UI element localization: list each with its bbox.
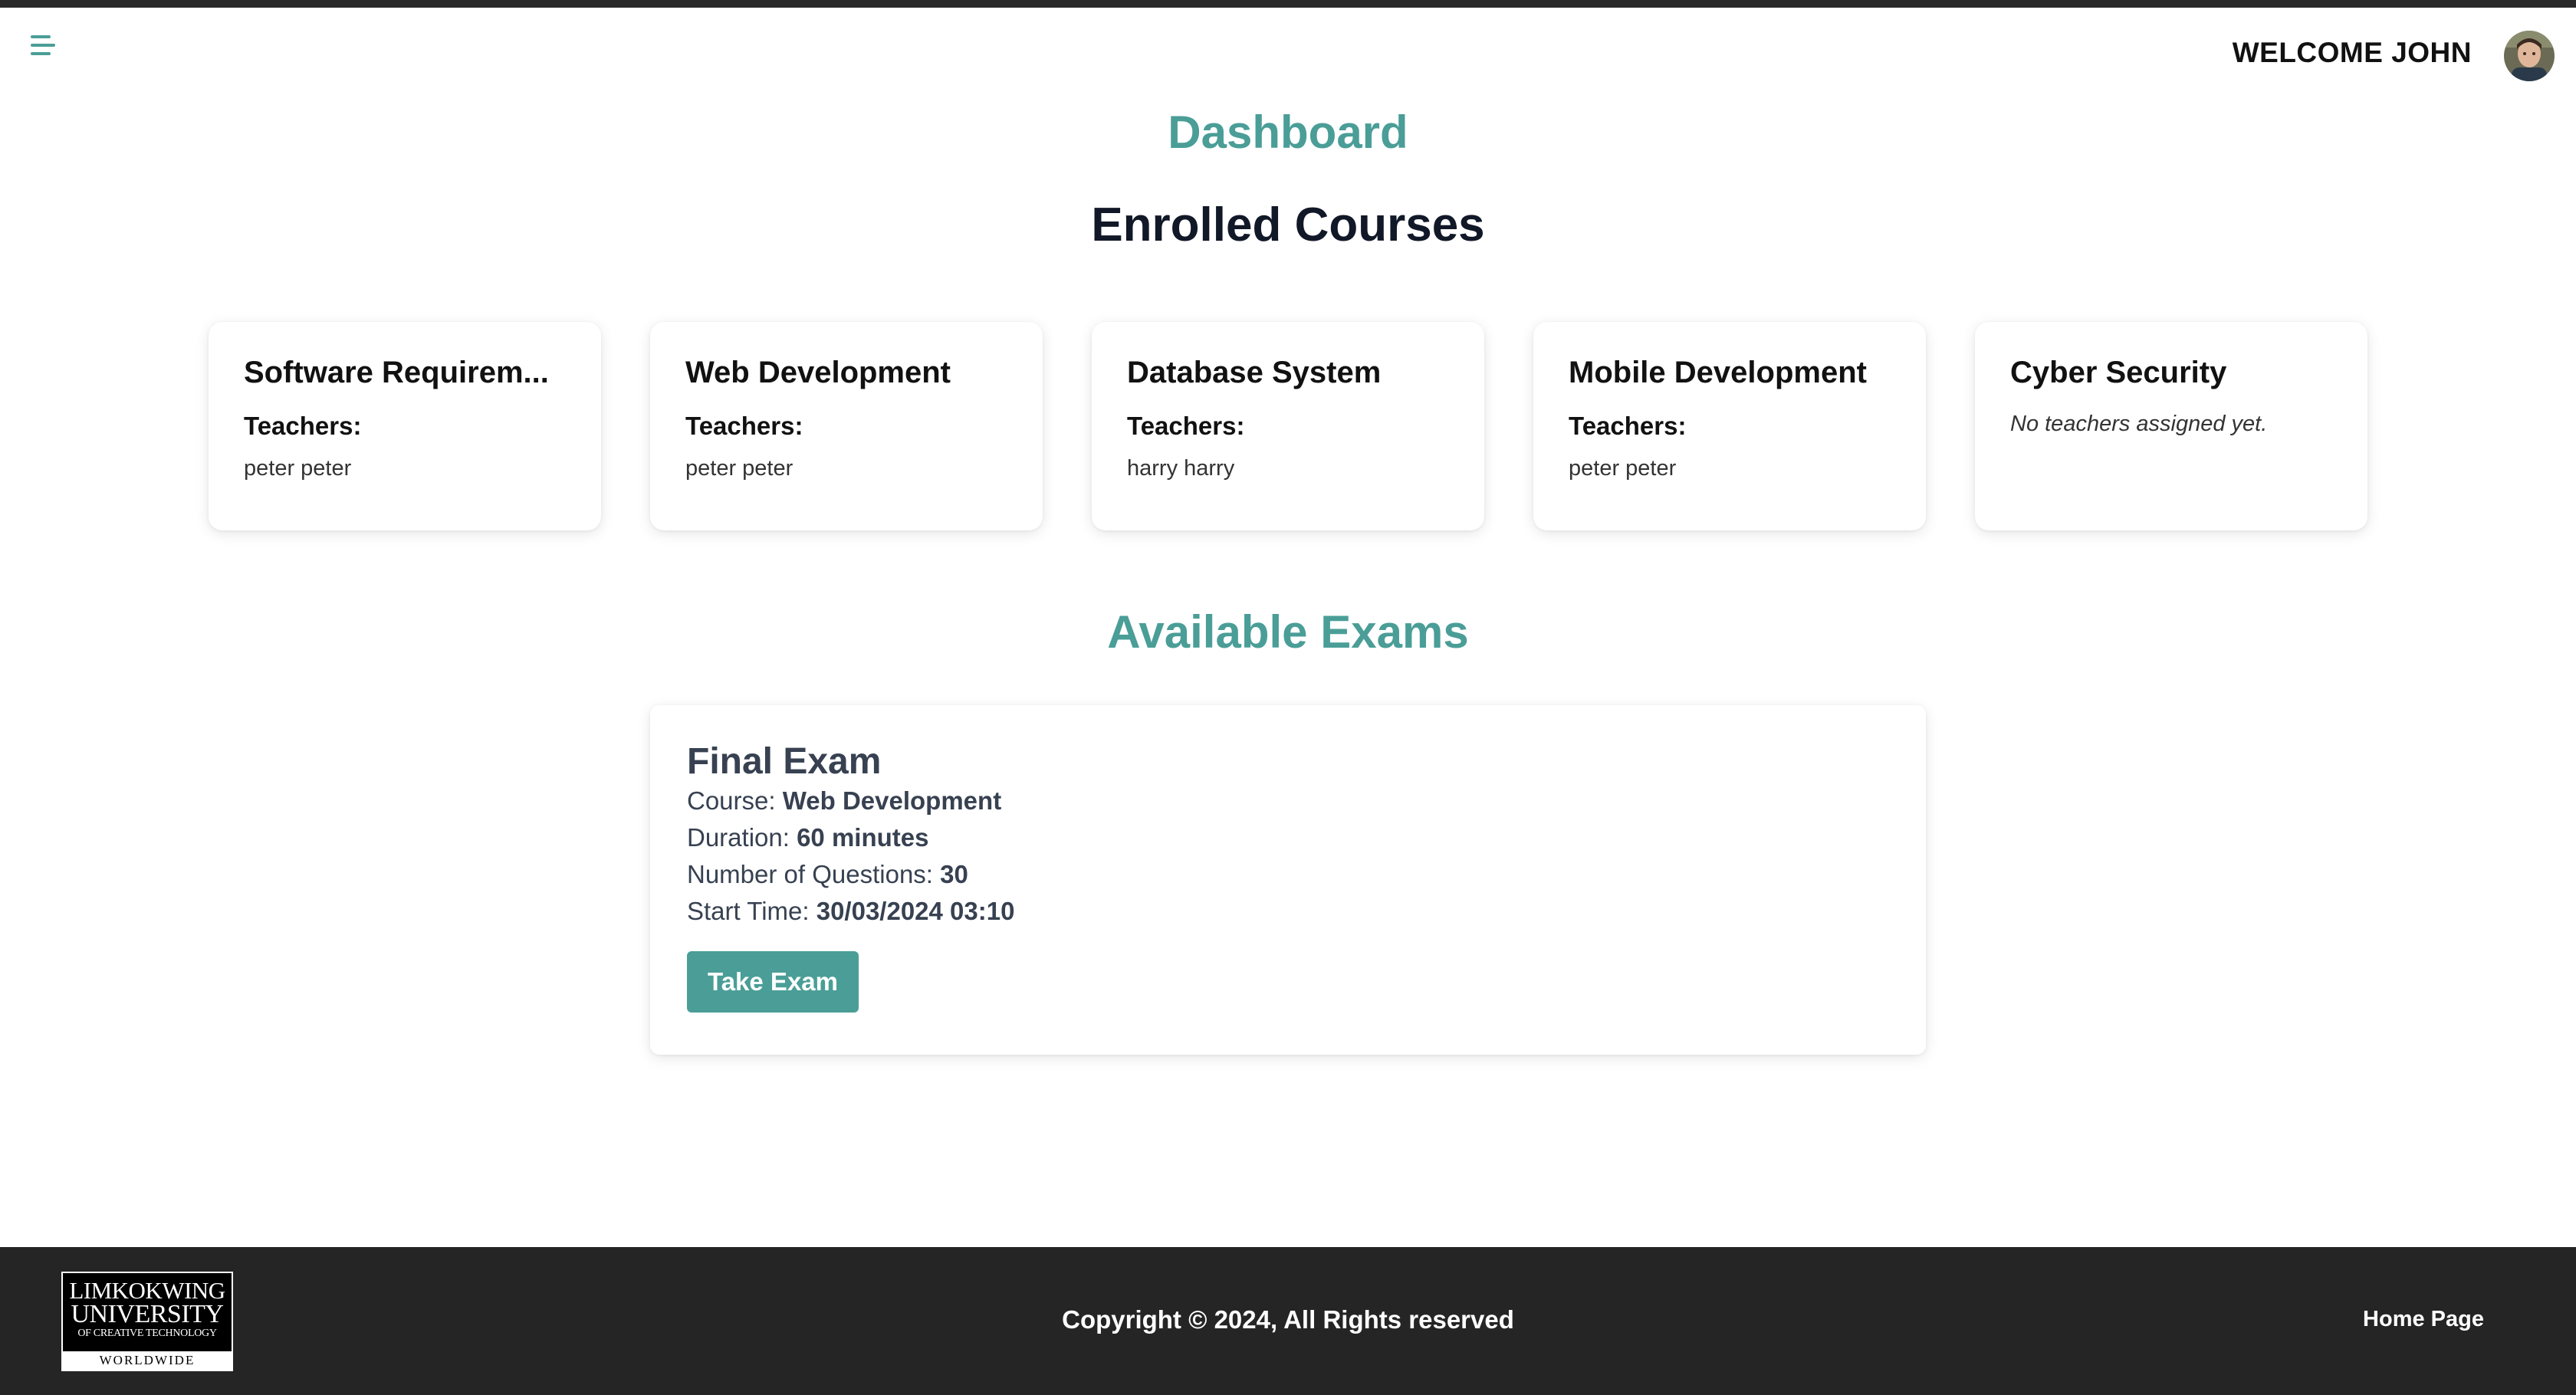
course-card[interactable]: Software Requirem... Teachers: peter pet… — [209, 322, 601, 530]
course-title: Software Requirem... — [244, 356, 549, 389]
copyright-text: Copyright © 2024, All Rights reserved — [1062, 1305, 1514, 1334]
exam-course-value: Web Development — [782, 786, 1002, 815]
course-card[interactable]: Cyber Security No teachers assigned yet. — [1975, 322, 2367, 530]
logo-line-1: LIMKOKWING — [69, 1277, 225, 1304]
footer: LIMKOKWING UNIVERSITY OF CREATIVE TECHNO… — [0, 1247, 2576, 1395]
course-card[interactable]: Mobile Development Teachers: peter peter — [1533, 322, 1926, 530]
exam-questions-label: Number of Questions: — [687, 860, 933, 888]
teacher-name: peter peter — [244, 456, 352, 481]
course-card[interactable]: Database System Teachers: harry harry — [1092, 322, 1484, 530]
exam-start-label: Start Time: — [687, 897, 810, 925]
course-title: Cyber Security — [2010, 356, 2227, 389]
teacher-name: harry harry — [1127, 456, 1235, 481]
exam-duration-value: 60 minutes — [797, 823, 929, 852]
course-title: Web Development — [685, 356, 951, 389]
course-card[interactable]: Web Development Teachers: peter peter — [650, 322, 1043, 530]
course-title: Mobile Development — [1569, 356, 1867, 389]
take-exam-button[interactable]: Take Exam — [687, 951, 859, 1013]
user-avatar[interactable] — [2504, 31, 2555, 81]
teachers-label: Teachers: — [685, 412, 803, 440]
available-exams-heading: Available Exams — [1107, 606, 1469, 658]
exam-title: Final Exam — [687, 741, 882, 782]
exam-course-label: Course: — [687, 786, 776, 815]
exam-course-row: Course: Web Development — [687, 783, 1889, 819]
exam-questions-value: 30 — [940, 860, 968, 888]
teacher-name: peter peter — [685, 456, 794, 481]
course-title: Database System — [1127, 356, 1382, 389]
page-title: Dashboard — [1168, 107, 1408, 158]
home-page-link[interactable]: Home Page — [2363, 1307, 2484, 1332]
teachers-label: Teachers: — [1127, 412, 1245, 440]
top-strip — [0, 0, 2576, 8]
exam-questions-row: Number of Questions: 30 — [687, 856, 1889, 893]
no-teachers-message: No teachers assigned yet. — [2010, 412, 2268, 436]
enrolled-courses-list: Software Requirem... Teachers: peter pet… — [209, 322, 2367, 530]
teacher-name: peter peter — [1569, 456, 1677, 481]
exam-duration-label: Duration: — [687, 823, 790, 852]
exam-card: Final Exam Course: Web Development Durat… — [650, 705, 1926, 1055]
exam-start-value: 30/03/2024 03:10 — [816, 897, 1015, 925]
teachers-label: Teachers: — [1569, 412, 1687, 440]
welcome-text: WELCOME JOHN — [2232, 37, 2472, 68]
exam-duration-row: Duration: 60 minutes — [687, 819, 1889, 856]
top-header: WELCOME JOHN — [0, 8, 2576, 100]
enrolled-courses-heading: Enrolled Courses — [1091, 199, 1485, 251]
hamburger-menu-icon[interactable] — [28, 31, 58, 61]
teachers-label: Teachers: — [244, 412, 362, 440]
exam-start-row: Start Time: 30/03/2024 03:10 — [687, 893, 1889, 930]
logo-line-4: WORLDWIDE — [63, 1351, 232, 1370]
